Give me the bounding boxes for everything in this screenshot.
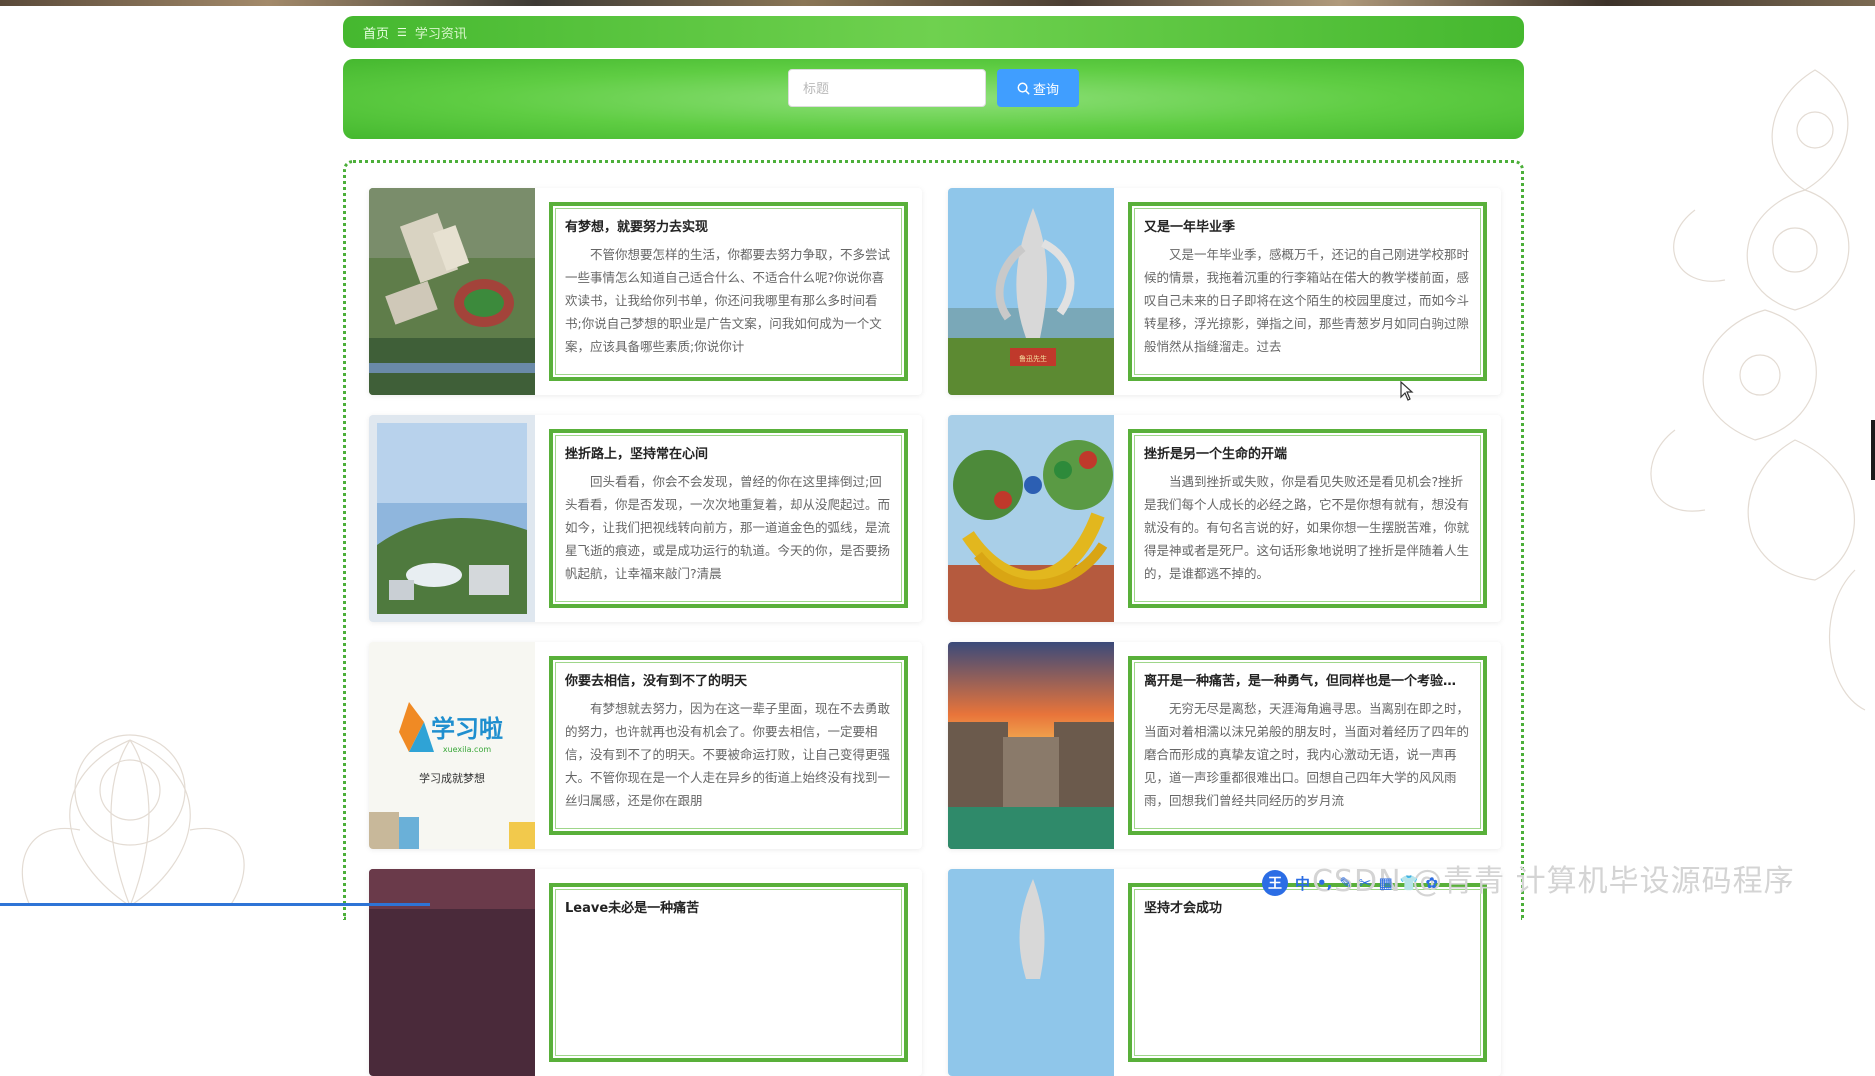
ime-scissors-icon[interactable]: ✂ — [1359, 874, 1372, 892]
search-button[interactable]: 查询 — [997, 69, 1079, 107]
article-excerpt: 当遇到挫折或失败，你是看见失败还是看见机会?挫折是我们每个人成长的必经之路，它不… — [1144, 474, 1470, 581]
thumb-logo-slogan: 学习成就梦想 — [419, 771, 485, 785]
ime-chinese-mode[interactable]: 中 — [1295, 873, 1310, 894]
top-banner-strip — [0, 0, 1875, 6]
article-thumbnail-campus-aerial[interactable] — [369, 188, 535, 395]
article-card[interactable]: 有梦想，就要努力去实现 不管你想要怎样的生活，你都要去努力争取，不多尝试一些事情… — [369, 188, 922, 395]
article-frame: 你要去相信，没有到不了的明天 有梦想就去努力，因为在这一辈子里面，现在不去勇敢的… — [549, 656, 908, 835]
article-text-panel: 挫折路上，坚持常在心间 回头看看，你会不会发现，曾经的你在这里摔倒过;回头看看，… — [535, 415, 922, 622]
article-title[interactable]: 挫折是另一个生命的开端 — [1144, 443, 1471, 462]
ime-settings-icon[interactable]: ✿ — [1425, 874, 1438, 892]
article-frame: 离开是一种痛苦，是一种勇气，但同样也是一个考验… 无穷无尽是离愁，天涯海角遍寻思… — [1128, 656, 1487, 835]
article-thumbnail-dark[interactable] — [369, 869, 535, 1076]
article-card[interactable]: 鲁迅先生 又是一年毕业季 又是一年毕业季，感概万千，还记的自己刚进学校那时候的情… — [948, 188, 1501, 395]
article-card[interactable]: 离开是一种痛苦，是一种勇气，但同样也是一个考验… 无穷无尽是离愁，天涯海角遍寻思… — [948, 642, 1501, 849]
article-text-panel: 又是一年毕业季 又是一年毕业季，感概万千，还记的自己刚进学校那时候的情景，我拖着… — [1114, 188, 1501, 395]
article-frame: 挫折路上，坚持常在心间 回头看看，你会不会发现，曾经的你在这里摔倒过;回头看看，… — [549, 429, 908, 608]
article-card[interactable]: 挫折路上，坚持常在心间 回头看看，你会不会发现，曾经的你在这里摔倒过;回头看看，… — [369, 415, 922, 622]
article-thumbnail-campus-hill[interactable] — [369, 415, 535, 622]
article-title[interactable]: 挫折路上，坚持常在心间 — [565, 443, 892, 462]
article-thumbnail-sunset-campus[interactable] — [948, 642, 1114, 849]
article-text-panel: 挫折是另一个生命的开端 当遇到挫折或失败，你是看见失败还是看见机会?挫折是我们每… — [1114, 415, 1501, 622]
article-excerpt: 回头看看，你会不会发现，曾经的你在这里摔倒过;回头看看，你是否发现，一次次地重复… — [565, 474, 891, 581]
ime-punctuation-icon[interactable]: •, — [1317, 874, 1332, 892]
ime-skin-icon[interactable]: 👕 — [1400, 874, 1419, 892]
article-frame: 有梦想，就要努力去实现 不管你想要怎样的生活，你都要去努力争取，不多尝试一些事情… — [549, 202, 908, 381]
article-excerpt: 又是一年毕业季，感概万千，还记的自己刚进学校那时候的情景，我拖着沉重的行李箱站在… — [1144, 247, 1470, 354]
article-excerpt: 无穷无尽是离愁，天涯海角遍寻思。当离别在即之时，当面对着相濡以沫兄弟般的朋友时，… — [1144, 701, 1470, 808]
breadcrumb: 首页 ☰ 学习资讯 — [343, 16, 1524, 48]
article-excerpt: 有梦想就去努力，因为在这一辈子里面，现在不去勇敢的努力，也许就再也没有机会了。你… — [565, 701, 891, 808]
ime-logo-icon[interactable]: 王 — [1262, 870, 1288, 896]
floral-decoration-left — [21, 734, 245, 906]
search-icon — [1017, 82, 1030, 94]
article-excerpt: 不管你想要怎样的生活，你都要去努力争取，不多尝试一些事情怎么知道自己适合什么、不… — [565, 247, 891, 354]
article-text-panel: 有梦想，就要努力去实现 不管你想要怎样的生活，你都要去努力争取，不多尝试一些事情… — [535, 188, 922, 395]
search-bar: 查询 — [343, 59, 1524, 139]
article-thumbnail-cyclist-sculpture[interactable] — [948, 415, 1114, 622]
thumb-logo-domain: xuexila.com — [443, 745, 492, 754]
article-card[interactable]: 挫折是另一个生命的开端 当遇到挫折或失败，你是看见失败还是看见机会?挫折是我们每… — [948, 415, 1501, 622]
breadcrumb-home-link[interactable]: 首页 — [363, 23, 389, 42]
article-frame: 又是一年毕业季 又是一年毕业季，感概万千，还记的自己刚进学校那时候的情景，我拖着… — [1128, 202, 1487, 381]
article-title[interactable]: 又是一年毕业季 — [1144, 216, 1471, 235]
article-text-panel: Leave未必是一种痛苦 — [535, 869, 922, 1076]
article-title[interactable]: 离开是一种痛苦，是一种勇气，但同样也是一个考验… — [1144, 670, 1471, 689]
ime-handwriting-icon[interactable]: ✎ — [1339, 874, 1352, 892]
article-card[interactable]: Leave未必是一种痛苦 — [369, 869, 922, 1076]
mouse-cursor-icon — [1400, 381, 1414, 401]
article-text-panel: 你要去相信，没有到不了的明天 有梦想就去努力，因为在这一辈子里面，现在不去勇敢的… — [535, 642, 922, 849]
breadcrumb-current: 学习资讯 — [414, 26, 467, 42]
article-list: 有梦想，就要努力去实现 不管你想要怎样的生活，你都要去努力争取，不多尝试一些事情… — [343, 160, 1524, 1076]
article-thumbnail-xuexila-logo[interactable]: 学习啦 xuexila.com 学习成就梦想 — [369, 642, 535, 849]
scrollbar-thumb[interactable] — [1871, 420, 1875, 480]
article-frame: 挫折是另一个生命的开端 当遇到挫折或失败，你是看见失败还是看见机会?挫折是我们每… — [1128, 429, 1487, 608]
breadcrumb-separator-icon: ☰ — [397, 25, 407, 39]
article-excerpt — [1144, 924, 1471, 1039]
article-text-panel: 坚持才会成功 — [1114, 869, 1501, 1076]
ime-keyboard-icon[interactable]: ▦ — [1378, 874, 1392, 892]
article-title[interactable]: Leave未必是一种痛苦 — [565, 897, 892, 916]
article-thumbnail-sculpture-2[interactable] — [948, 869, 1114, 1076]
article-thumbnail-sculpture[interactable]: 鲁迅先生 — [948, 188, 1114, 395]
article-frame: Leave未必是一种痛苦 — [549, 883, 908, 1062]
article-card[interactable]: 坚持才会成功 — [948, 869, 1501, 1076]
article-title[interactable]: 有梦想，就要努力去实现 — [565, 216, 892, 235]
article-frame: 坚持才会成功 — [1128, 883, 1487, 1062]
article-title[interactable]: 你要去相信，没有到不了的明天 — [565, 670, 892, 689]
search-button-label: 查询 — [1032, 81, 1059, 97]
article-text-panel: 离开是一种痛苦，是一种勇气，但同样也是一个考验… 无穷无尽是离愁，天涯海角遍寻思… — [1114, 642, 1501, 849]
article-excerpt — [565, 924, 892, 1039]
ime-toolbar: 王 中 •, ✎ ✂ ▦ 👕 ✿ — [1262, 868, 1462, 898]
floral-decoration-right — [1650, 69, 1866, 711]
title-search-input[interactable] — [788, 69, 986, 107]
thumb-logo-main: 学习啦 — [431, 715, 503, 743]
article-card[interactable]: 学习啦 xuexila.com 学习成就梦想 你要去相信，没有到不了的明天 有梦… — [369, 642, 922, 849]
sculpture-plaque-text: 鲁迅先生 — [1019, 354, 1047, 363]
